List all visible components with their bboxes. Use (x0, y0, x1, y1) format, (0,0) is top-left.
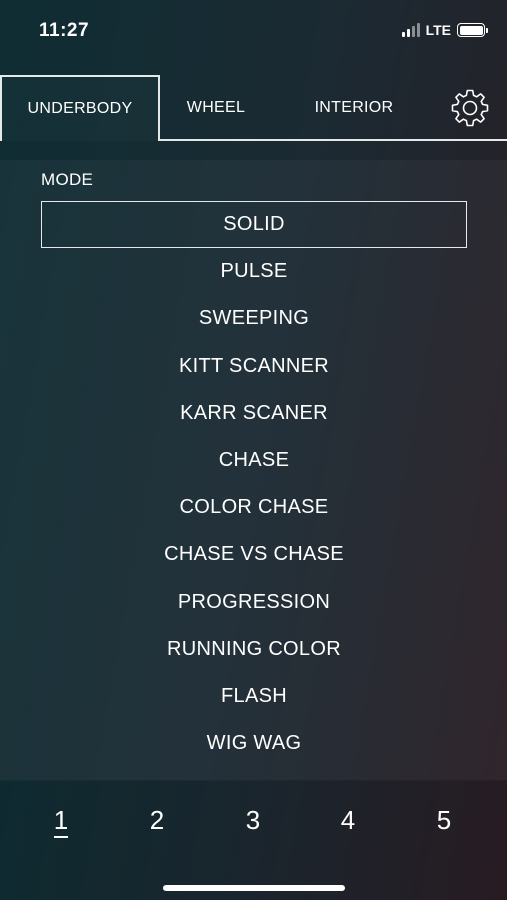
page-button-1[interactable]: 1 (31, 805, 91, 838)
page-button-2[interactable]: 2 (127, 805, 187, 836)
mode-panel: MODE SOLID PULSE SWEEPING KITT SCANNER K… (0, 160, 507, 780)
page-label: 5 (436, 805, 452, 835)
tab-wheel[interactable]: WHEEL (170, 75, 262, 141)
page-button-5[interactable]: 5 (414, 805, 474, 836)
page-label: 2 (149, 805, 165, 835)
status-indicators: LTE (401, 22, 488, 38)
page-label: 1 (53, 805, 69, 838)
mode-item-chase-vs-chase[interactable]: CHASE VS CHASE (41, 531, 467, 578)
mode-item-progression[interactable]: PROGRESSION (41, 579, 467, 626)
gear-icon[interactable] (449, 87, 491, 129)
network-type: LTE (425, 22, 451, 38)
mode-item-karr-scanner[interactable]: KARR SCANER (41, 390, 467, 437)
mode-item-wig-wag[interactable]: WIG WAG (41, 720, 467, 767)
battery-icon (457, 23, 488, 37)
status-bar: 11:27 LTE (0, 0, 507, 64)
mode-label: MODE (41, 170, 94, 189)
mode-item-pulse[interactable]: PULSE (41, 248, 467, 295)
mode-item-flash[interactable]: FLASH (41, 673, 467, 720)
page-label: 4 (340, 805, 356, 835)
tab-interior[interactable]: INTERIOR (300, 75, 408, 141)
tab-underbody[interactable]: UNDERBODY (0, 75, 160, 141)
mode-item-chase[interactable]: CHASE (41, 437, 467, 484)
page-button-4[interactable]: 4 (318, 805, 378, 836)
page-selector: 1 2 3 4 5 (0, 781, 507, 900)
page-label: 3 (245, 805, 261, 835)
mode-list: SOLID PULSE SWEEPING KITT SCANNER KARR S… (41, 201, 467, 767)
mode-item-running-color[interactable]: RUNNING COLOR (41, 626, 467, 673)
mode-item-solid[interactable]: SOLID (41, 201, 467, 249)
status-time: 11:27 (39, 20, 90, 41)
mode-item-kitt-scanner[interactable]: KITT SCANNER (41, 343, 467, 390)
page-button-3[interactable]: 3 (223, 805, 283, 836)
home-indicator[interactable] (163, 885, 345, 891)
tab-bar: UNDERBODY WHEEL INTERIOR (0, 75, 507, 141)
mode-item-color-chase[interactable]: COLOR CHASE (41, 484, 467, 531)
cellular-signal-icon (401, 23, 420, 37)
mode-item-sweeping[interactable]: SWEEPING (41, 295, 467, 342)
